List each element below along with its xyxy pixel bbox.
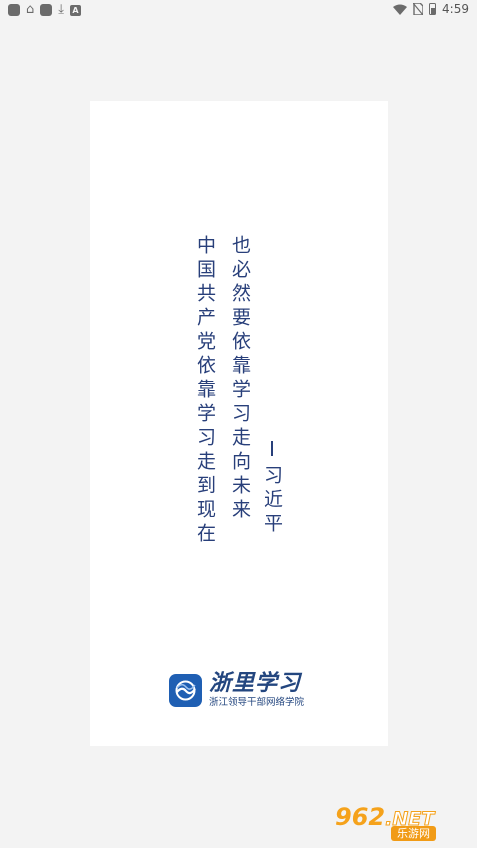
app-icon: ⌂ (26, 2, 35, 17)
quote-column-1: 中国共产党依靠学习走到现在 (194, 235, 216, 547)
watermark-sub: 乐游网 (391, 826, 436, 841)
status-bar: ⌂ ⤓ A 4:59 (0, 0, 477, 22)
logo-text: 浙里学习 浙江领导干部网络学院 (209, 671, 305, 709)
no-sim-icon (413, 3, 424, 15)
status-right-icons: 4:59 (393, 2, 469, 16)
status-left-icons: ⌂ ⤓ A (8, 2, 82, 17)
battery-icon (429, 3, 437, 15)
app-logo: 浙里学习 浙江领导干部网络学院 (169, 672, 304, 708)
notification-square-icon (40, 4, 53, 16)
download-icon: ⤓ (58, 2, 65, 17)
logo-subtitle: 浙江领导干部网络学院 (209, 697, 305, 708)
status-time: 4:59 (442, 2, 469, 16)
notification-square-icon (8, 4, 20, 16)
a-icon: A (70, 4, 82, 16)
splash-card: 中国共产党依靠学习走到现在 也必然要依靠学习走向未来 习近平 浙里学习 浙江领导… (90, 101, 388, 746)
wifi-icon (393, 4, 408, 15)
quote-author: 习近平 (261, 465, 283, 537)
quote-column-2: 也必然要依靠学习走向未来 (229, 235, 251, 523)
watermark-main: 962 (335, 803, 386, 831)
watermark: 962.NET 乐游网 (335, 803, 469, 841)
quote-dash (271, 441, 273, 456)
logo-icon (169, 673, 202, 707)
logo-title: 浙里学习 (209, 671, 302, 696)
